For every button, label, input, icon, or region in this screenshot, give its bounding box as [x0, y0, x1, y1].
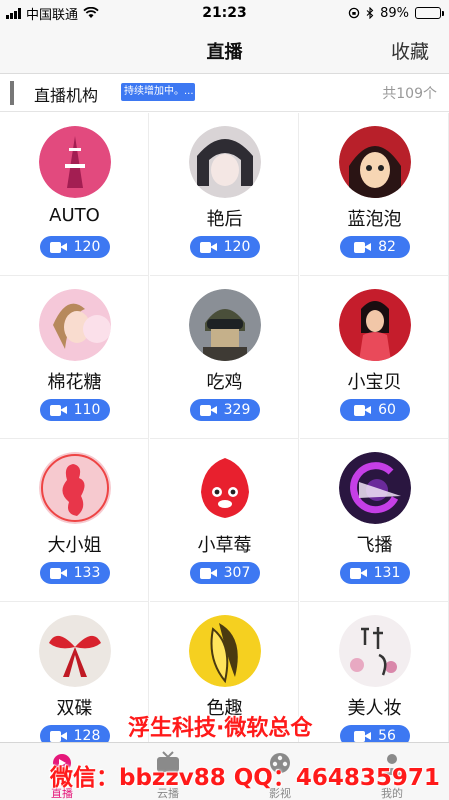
viewer-count-badge: 120: [40, 236, 110, 258]
platform-avatar: [189, 615, 261, 687]
watermark-line-1: 浮生科技·微软总仓: [128, 716, 313, 741]
navigation-bar: 直播 收藏: [0, 26, 449, 74]
section-count: 共109个: [382, 86, 437, 102]
platform-avatar: [339, 126, 411, 198]
video-camera-icon: [49, 567, 67, 579]
platform-name: 吃鸡: [206, 372, 243, 393]
video-camera-icon: [49, 404, 67, 416]
viewer-count: 120: [223, 239, 251, 255]
page-title: 直播: [206, 42, 243, 63]
platform-avatar: [339, 615, 411, 687]
platform-cell[interactable]: 大小姐 133: [0, 439, 149, 602]
viewer-count-badge: 60: [340, 399, 410, 421]
platform-cell[interactable]: 蓝泡泡 82: [300, 113, 449, 276]
platform-avatar: [189, 289, 261, 361]
platform-cell[interactable]: 飞播 131: [300, 439, 449, 602]
viewer-count: 329: [223, 402, 251, 418]
platform-avatar: [339, 452, 411, 524]
viewer-count-badge: 131: [340, 562, 410, 584]
platform-cell[interactable]: 棉花糖 110: [0, 276, 149, 439]
section-accent-bar: [10, 81, 14, 105]
video-camera-icon: [354, 404, 372, 416]
viewer-count: 110: [73, 402, 101, 418]
video-camera-icon: [199, 241, 217, 253]
platform-avatar: [39, 289, 111, 361]
platform-avatar: [39, 126, 111, 198]
platform-name: 蓝泡泡: [347, 209, 402, 230]
platform-avatar: [39, 452, 111, 524]
video-camera-icon: [199, 567, 217, 579]
platform-name: 飞播: [356, 535, 393, 556]
viewer-count: 120: [73, 239, 101, 255]
platform-name: 艳后: [206, 209, 243, 230]
platform-avatar: [339, 289, 411, 361]
viewer-count-badge: 329: [190, 399, 260, 421]
video-camera-icon: [199, 404, 217, 416]
viewer-count: 133: [73, 565, 101, 581]
viewer-count: 82: [378, 239, 396, 255]
favorites-button[interactable]: 收藏: [391, 37, 429, 64]
status-bar: 中国联通 21:23 89%: [0, 0, 449, 26]
platform-cell[interactable]: 吃鸡 329: [150, 276, 299, 439]
video-camera-icon: [49, 241, 67, 253]
platform-name: 大小姐: [47, 535, 102, 556]
platform-name: AUTO: [49, 205, 100, 226]
platform-cell[interactable]: 小宝贝 60: [300, 276, 449, 439]
platform-name: 小宝贝: [347, 372, 402, 393]
video-camera-icon: [354, 241, 372, 253]
watermark-overlay: 浮生科技·微软总仓 微信：bbzzv88 QQ：464835971: [0, 706, 449, 800]
bluetooth-icon: [366, 7, 374, 19]
section-title: 直播机构: [34, 86, 99, 105]
platform-cell[interactable]: AUTO 120: [0, 113, 149, 276]
status-right: 89%: [348, 0, 444, 26]
viewer-count-badge: 110: [40, 399, 110, 421]
section-badge: 持续增加中。...: [121, 83, 195, 101]
platform-avatar: [39, 615, 111, 687]
platform-cell[interactable]: 艳后 120: [150, 113, 299, 276]
battery-percent: 89%: [380, 5, 409, 21]
video-camera-icon: [349, 567, 367, 579]
battery-icon: [415, 7, 444, 19]
viewer-count-badge: 307: [190, 562, 260, 584]
viewer-count-badge: 133: [40, 562, 110, 584]
platform-avatar: [189, 126, 261, 198]
platform-name: 棉花糖: [47, 372, 102, 393]
viewer-count: 307: [223, 565, 251, 581]
platform-name: 小草莓: [197, 535, 252, 556]
orientation-lock-icon: [348, 7, 360, 19]
section-header: 直播机构 持续增加中。... 共109个: [0, 75, 449, 112]
platform-avatar: [189, 452, 261, 524]
viewer-count-badge: 82: [340, 236, 410, 258]
viewer-count-badge: 120: [190, 236, 260, 258]
platform-cell[interactable]: 小草莓 307: [150, 439, 299, 602]
watermark-line-2: 微信：bbzzv88 QQ：464835971: [50, 765, 440, 791]
viewer-count: 60: [378, 402, 396, 418]
viewer-count: 131: [373, 565, 401, 581]
